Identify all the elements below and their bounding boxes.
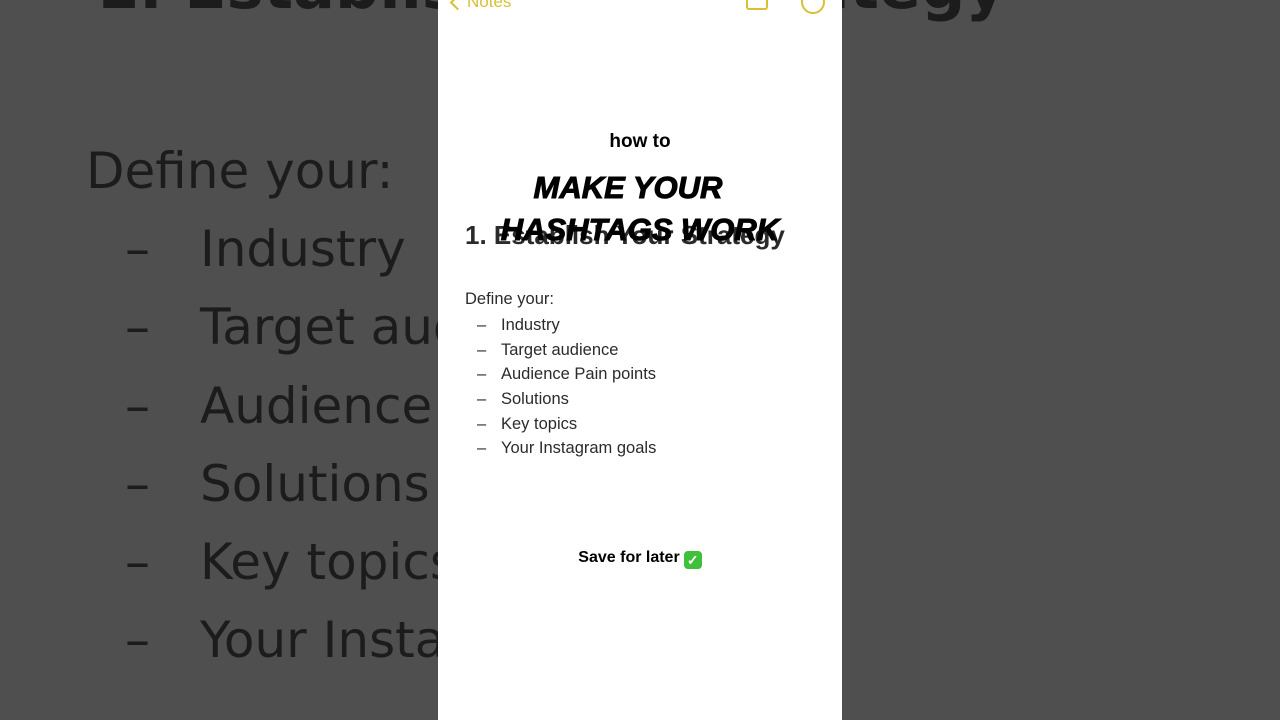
phone-screen: Notes how to 1. Establish Your Strategy … bbox=[438, 0, 842, 720]
background-list-item: – Solutions bbox=[125, 455, 430, 513]
dash: – bbox=[125, 298, 150, 356]
dash: – bbox=[125, 220, 150, 278]
item-label: Target audience bbox=[501, 340, 619, 359]
more-icon[interactable] bbox=[801, 0, 825, 14]
save-text: Save for later bbox=[578, 549, 680, 566]
item-label: Industry bbox=[501, 316, 560, 334]
dash: – bbox=[477, 390, 487, 409]
back-button[interactable]: Notes bbox=[446, 0, 511, 12]
item-label: Your Instagram goals bbox=[501, 439, 657, 458]
note-list: – Industry – Target audience – Audience Pai… bbox=[477, 315, 656, 463]
back-label: Notes bbox=[467, 0, 512, 11]
list-item: – Key topics bbox=[477, 414, 656, 439]
list-item: – Your Instagram goals bbox=[477, 438, 656, 463]
dash: – bbox=[477, 439, 487, 458]
dash: – bbox=[477, 316, 487, 334]
list-item: – Target audience bbox=[477, 340, 656, 365]
overlay-headline-line1: MAKE YOUR bbox=[533, 170, 723, 206]
item-label: Solutions bbox=[200, 455, 430, 513]
chevron-left-icon bbox=[449, 0, 466, 10]
item-label: Key topics bbox=[501, 414, 578, 433]
item-label: Audience Pain points bbox=[501, 365, 657, 384]
background-list-item: – Industry bbox=[125, 220, 406, 278]
overlay-pre-title: how to bbox=[609, 131, 671, 152]
check-mark-icon: ✓ bbox=[683, 551, 702, 569]
share-icon[interactable] bbox=[746, 0, 768, 10]
item-label: Industry bbox=[200, 220, 406, 278]
background-define-label: Define your: bbox=[86, 142, 394, 200]
dash: – bbox=[125, 611, 150, 669]
dash: – bbox=[125, 377, 150, 435]
dash: – bbox=[125, 533, 150, 591]
list-item: – Solutions bbox=[477, 389, 656, 414]
dash: – bbox=[477, 365, 487, 384]
dash: – bbox=[125, 455, 150, 513]
dash: – bbox=[477, 340, 487, 359]
save-for-later-caption: Save for later ✓ bbox=[438, 549, 842, 569]
note-define-label: Define your: bbox=[465, 290, 554, 308]
dash: – bbox=[477, 414, 487, 433]
overlay-headline-line2: HASHTAGS WORK bbox=[500, 212, 780, 248]
list-item: – Industry bbox=[477, 315, 656, 340]
item-label: Solutions bbox=[501, 390, 569, 409]
item-label: Key topics bbox=[200, 533, 456, 591]
background-list-item: – Key topics bbox=[125, 533, 456, 591]
list-item: – Audience Pain points bbox=[477, 364, 656, 389]
